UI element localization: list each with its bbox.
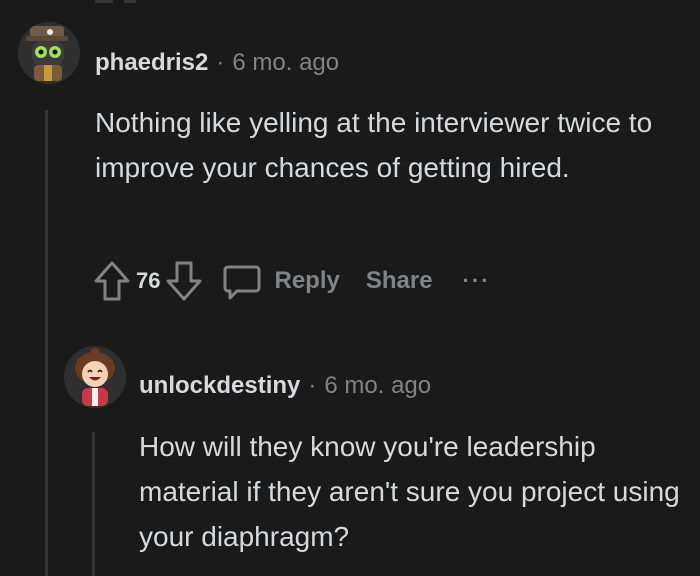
thread-line[interactable] xyxy=(45,110,48,576)
comment-meta: unlockdestiny · 6 mo. ago xyxy=(139,372,431,400)
thread-line[interactable] xyxy=(92,432,95,576)
robot-goggles-avatar-icon xyxy=(18,22,80,84)
comment-actions: 76 Reply Share ··· xyxy=(92,258,491,304)
more-icon: ··· xyxy=(462,268,491,293)
comment-meta: phaedris2 · 6 mo. ago xyxy=(95,49,339,77)
vote-count: 76 xyxy=(136,268,161,293)
user-avatar[interactable] xyxy=(64,346,126,408)
share-label: Share xyxy=(365,267,433,294)
upvote-icon[interactable] xyxy=(92,259,132,303)
downvote-icon[interactable] xyxy=(164,259,204,303)
username[interactable]: phaedris2 xyxy=(95,49,208,77)
comment-timestamp[interactable]: 6 mo. ago xyxy=(324,372,431,400)
comment-body: How will they know you're leadership mat… xyxy=(139,431,680,552)
comment-body: Nothing like yelling at the interviewer … xyxy=(95,107,653,183)
share-button[interactable]: Share xyxy=(366,267,433,295)
previous-action-stub xyxy=(124,0,136,3)
username[interactable]: unlockdestiny xyxy=(139,372,300,400)
previous-action-stub xyxy=(95,0,113,3)
meta-separator: · xyxy=(216,49,225,76)
reply-label: Reply xyxy=(274,267,340,294)
reply-button[interactable]: Reply xyxy=(222,261,340,301)
comment-bubble-icon xyxy=(223,265,261,300)
smiling-girl-avatar-icon xyxy=(64,346,126,408)
comment-timestamp[interactable]: 6 mo. ago xyxy=(232,49,339,77)
meta-separator: · xyxy=(308,372,317,399)
more-options-button[interactable]: ··· xyxy=(463,268,491,294)
user-avatar[interactable] xyxy=(18,22,80,84)
